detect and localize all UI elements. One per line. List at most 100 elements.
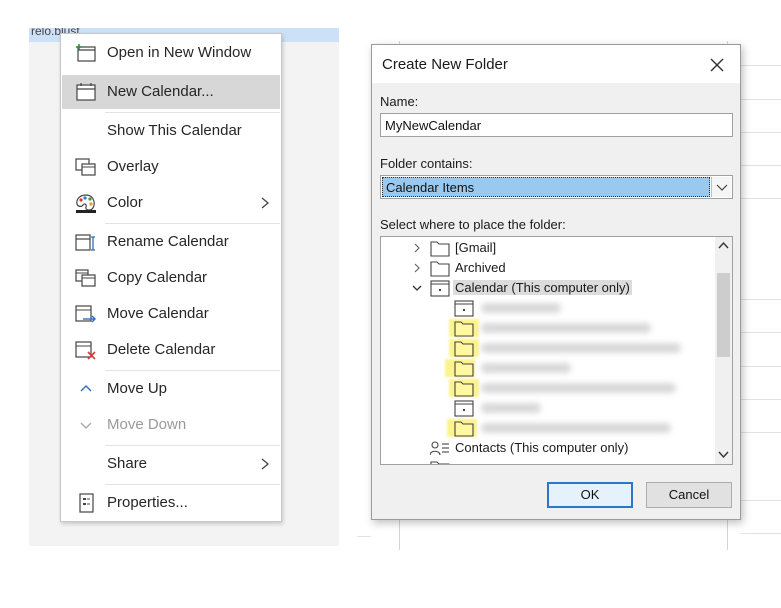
name-label: Name: bbox=[380, 94, 419, 109]
menu-item-label: Move Down bbox=[107, 416, 187, 433]
menu-item-open-in-new-window[interactable]: Open in New Window bbox=[62, 36, 280, 70]
folder-name-input[interactable]: MyNewCalendar bbox=[380, 113, 733, 137]
tree-item-partial[interactable] bbox=[381, 458, 711, 464]
menu-item-label: Move Calendar bbox=[107, 305, 209, 322]
grid-line bbox=[741, 366, 781, 367]
grid-line bbox=[741, 332, 781, 333]
menu-separator bbox=[105, 370, 280, 371]
chevron-right-icon[interactable] bbox=[411, 262, 423, 274]
redacted-text bbox=[481, 323, 651, 333]
menu-item-label: Open in New Window bbox=[107, 44, 252, 61]
grid-line bbox=[741, 299, 781, 300]
folder-icon bbox=[454, 381, 474, 397]
menu-item-color[interactable]: Color bbox=[62, 186, 280, 220]
chevron-right-icon[interactable] bbox=[411, 242, 423, 254]
properties-icon bbox=[79, 493, 94, 513]
create-new-folder-dialog: Create New Folder Name: MyNewCalendar Fo… bbox=[371, 44, 741, 520]
tree-scrollbar[interactable] bbox=[715, 237, 732, 464]
tree-item-redacted[interactable] bbox=[381, 358, 711, 378]
grid-line bbox=[357, 536, 371, 537]
tree-item-label: Archived bbox=[455, 260, 506, 275]
overlay-icon bbox=[75, 158, 96, 176]
menu-item-overlay[interactable]: Overlay bbox=[62, 150, 280, 184]
menu-item-label: Delete Calendar bbox=[107, 341, 216, 358]
folder-icon bbox=[430, 241, 450, 257]
menu-item-label: New Calendar... bbox=[107, 83, 214, 100]
menu-item-label: Show This Calendar bbox=[107, 122, 242, 139]
menu-separator bbox=[105, 445, 280, 446]
chevron-right-icon bbox=[261, 458, 270, 470]
menu-item-move-down: Move Down bbox=[62, 408, 280, 442]
menu-item-label: Overlay bbox=[107, 158, 159, 175]
grid-line bbox=[741, 165, 781, 166]
menu-item-label: Rename Calendar bbox=[107, 233, 229, 250]
tree-item-redacted[interactable] bbox=[381, 338, 711, 358]
menu-item-new-calendar[interactable]: New Calendar... bbox=[62, 75, 280, 109]
folder-contains-select[interactable]: Calendar Items bbox=[380, 175, 733, 199]
calendar-folder-icon bbox=[454, 300, 474, 317]
grid-line bbox=[741, 99, 781, 100]
redacted-text bbox=[481, 343, 681, 353]
folder-icon bbox=[454, 341, 474, 357]
scroll-up-icon[interactable] bbox=[717, 240, 730, 252]
tree-item-redacted[interactable] bbox=[381, 398, 711, 418]
copy-icon bbox=[75, 269, 96, 287]
tree-item-label: [Gmail] bbox=[455, 240, 497, 255]
chevron-right-icon bbox=[261, 197, 270, 209]
menu-item-label: Move Up bbox=[107, 380, 168, 397]
palette-icon bbox=[76, 194, 96, 213]
menu-item-label: Share bbox=[107, 455, 148, 472]
calendar-context-menu: Open in New Window New Calendar... Show … bbox=[60, 33, 282, 522]
menu-item-show-this-calendar[interactable]: Show This Calendar bbox=[62, 114, 280, 148]
grid-line bbox=[741, 198, 781, 199]
dialog-title-bar: Create New Folder bbox=[372, 45, 740, 83]
dialog-title: Create New Folder bbox=[382, 56, 508, 73]
folder-icon bbox=[454, 321, 474, 337]
grid-line bbox=[741, 65, 781, 66]
cancel-button[interactable]: Cancel bbox=[646, 482, 732, 508]
menu-item-rename-calendar[interactable]: Rename Calendar bbox=[62, 225, 280, 259]
menu-item-share[interactable]: Share bbox=[62, 447, 280, 481]
menu-separator bbox=[105, 223, 280, 224]
menu-item-copy-calendar[interactable]: Copy Calendar bbox=[62, 261, 280, 295]
folder-contains-value: Calendar Items bbox=[382, 177, 710, 197]
redacted-text bbox=[481, 423, 671, 433]
chevron-down-icon[interactable] bbox=[411, 282, 423, 294]
tree-item-redacted[interactable] bbox=[381, 378, 711, 398]
grid-line bbox=[741, 432, 781, 433]
folder-icon bbox=[454, 421, 474, 437]
tree-item-redacted[interactable] bbox=[381, 418, 711, 438]
grid-line bbox=[741, 399, 781, 400]
folder-icon bbox=[454, 361, 474, 377]
folder-icon bbox=[430, 461, 450, 464]
menu-item-properties[interactable]: Properties... bbox=[62, 486, 280, 520]
tree-item-contacts[interactable]: Contacts (This computer only) bbox=[381, 438, 711, 458]
tree-item-archived[interactable]: Archived bbox=[381, 258, 711, 278]
new-calendar-icon bbox=[76, 83, 96, 101]
tree-item-redacted[interactable] bbox=[381, 298, 711, 318]
menu-item-move-up[interactable]: Move Up bbox=[62, 372, 280, 406]
menu-item-delete-calendar[interactable]: Delete Calendar bbox=[62, 333, 280, 367]
delete-icon bbox=[75, 341, 96, 360]
contacts-icon bbox=[430, 441, 449, 456]
menu-item-move-calendar[interactable]: Move Calendar bbox=[62, 297, 280, 331]
menu-item-label: Copy Calendar bbox=[107, 269, 208, 286]
rename-icon bbox=[75, 234, 95, 251]
redacted-text bbox=[481, 363, 571, 373]
folder-tree[interactable]: [Gmail] Archived Calendar (This computer… bbox=[380, 236, 733, 465]
calendar-folder-icon bbox=[430, 280, 450, 297]
menu-separator bbox=[105, 484, 280, 485]
redacted-text bbox=[481, 303, 561, 313]
folder-icon bbox=[430, 261, 450, 277]
scroll-down-icon[interactable] bbox=[717, 448, 730, 460]
redacted-text bbox=[481, 383, 676, 393]
scrollbar-thumb[interactable] bbox=[717, 273, 730, 357]
tree-item-label: Contacts (This computer only) bbox=[455, 440, 629, 455]
menu-item-label: Color bbox=[107, 194, 143, 211]
tree-item-redacted[interactable] bbox=[381, 318, 711, 338]
tree-item-calendar[interactable]: Calendar (This computer only) bbox=[381, 278, 711, 298]
close-icon[interactable] bbox=[706, 54, 728, 76]
dropdown-button[interactable] bbox=[711, 177, 731, 197]
tree-item-gmail[interactable]: [Gmail] bbox=[381, 238, 711, 258]
ok-button[interactable]: OK bbox=[547, 482, 633, 508]
